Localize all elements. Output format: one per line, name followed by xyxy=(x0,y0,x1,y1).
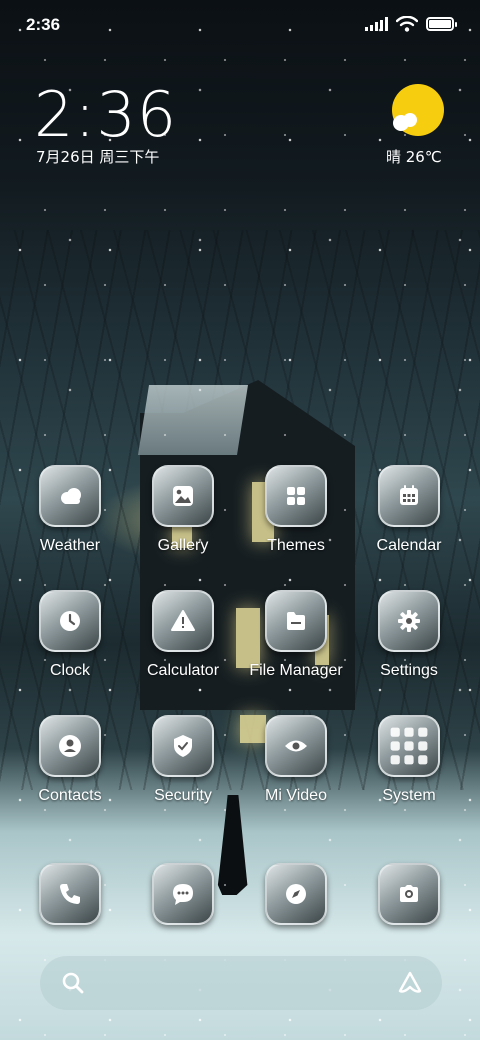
status-time: 2:36 xyxy=(26,15,61,34)
app-security[interactable]: Security xyxy=(126,715,240,805)
app-tile xyxy=(152,715,214,777)
search-bar[interactable] xyxy=(40,956,442,1010)
shield-icon xyxy=(174,735,192,757)
app-tile xyxy=(39,465,101,527)
app-tile xyxy=(378,465,440,527)
clock-widget-date[interactable]: 7月26日 周三下午 xyxy=(36,146,159,167)
eye-icon xyxy=(285,740,307,752)
themes-grid-icon xyxy=(287,487,305,505)
app-themes[interactable]: Themes xyxy=(239,465,353,555)
folder-icon xyxy=(287,612,305,630)
app-calendar[interactable]: Calendar xyxy=(352,465,466,555)
app-label: Weather xyxy=(39,537,101,554)
app-label: Contacts xyxy=(38,787,102,804)
app-mi-video[interactable]: Mi Video xyxy=(239,715,353,805)
camera-icon xyxy=(400,885,418,902)
app-settings[interactable]: Settings xyxy=(352,590,466,680)
app-tile xyxy=(152,465,214,527)
app-weather[interactable]: Weather xyxy=(13,465,127,555)
app-tile xyxy=(39,863,101,925)
gear-icon xyxy=(398,610,420,632)
compass-icon xyxy=(286,884,306,904)
app-label: Settings xyxy=(380,662,438,679)
app-label: Mi Video xyxy=(265,787,327,804)
app-label: Gallery xyxy=(157,537,209,554)
app-tile xyxy=(152,863,214,925)
app-tile xyxy=(39,590,101,652)
app-label: System xyxy=(382,787,436,804)
app-tile xyxy=(265,863,327,925)
app-clock[interactable]: Clock xyxy=(13,590,127,680)
folder-grid-icon xyxy=(390,727,428,765)
person-icon xyxy=(59,735,81,757)
app-tile xyxy=(378,590,440,652)
app-tile xyxy=(265,590,327,652)
wallpaper-roof xyxy=(138,385,248,455)
dock-camera[interactable] xyxy=(352,863,466,925)
clock-icon xyxy=(60,611,80,631)
app-label: Themes xyxy=(267,537,325,554)
app-gallery[interactable]: Gallery xyxy=(126,465,240,555)
wifi-icon xyxy=(396,16,418,32)
assistant-icon[interactable] xyxy=(396,969,424,997)
folder-system[interactable]: System xyxy=(352,715,466,805)
app-tile xyxy=(265,465,327,527)
battery-icon xyxy=(426,17,457,31)
message-icon xyxy=(173,884,193,905)
app-tile xyxy=(39,715,101,777)
app-label: Security xyxy=(154,787,212,804)
dock-messages[interactable] xyxy=(126,863,240,925)
signal-icon xyxy=(365,17,388,31)
app-tile xyxy=(265,715,327,777)
weather-cloud-icon xyxy=(61,488,81,504)
cloud-icon xyxy=(393,113,419,131)
app-label: File Manager xyxy=(249,662,343,679)
app-file-manager[interactable]: File Manager xyxy=(239,590,353,680)
gallery-icon xyxy=(173,486,193,506)
app-label: Calculator xyxy=(146,662,220,679)
weather-widget-text: 晴 26℃ xyxy=(386,148,442,166)
app-tile xyxy=(378,715,440,777)
app-label: Clock xyxy=(49,662,90,679)
dock-phone[interactable] xyxy=(13,863,127,925)
app-label: Calendar xyxy=(376,537,442,554)
app-tile xyxy=(152,590,214,652)
calendar-icon xyxy=(400,485,418,505)
warning-triangle-icon xyxy=(171,610,195,631)
app-tile xyxy=(378,863,440,925)
phone-icon xyxy=(60,884,80,904)
search-icon[interactable] xyxy=(60,970,86,996)
app-contacts[interactable]: Contacts xyxy=(13,715,127,805)
status-bar: 2:36 xyxy=(0,0,480,50)
app-calculator[interactable]: Calculator xyxy=(126,590,240,680)
status-icons xyxy=(365,16,457,32)
clock-widget-time[interactable]: 2:36 xyxy=(34,78,177,151)
dock-browser[interactable] xyxy=(239,863,353,925)
